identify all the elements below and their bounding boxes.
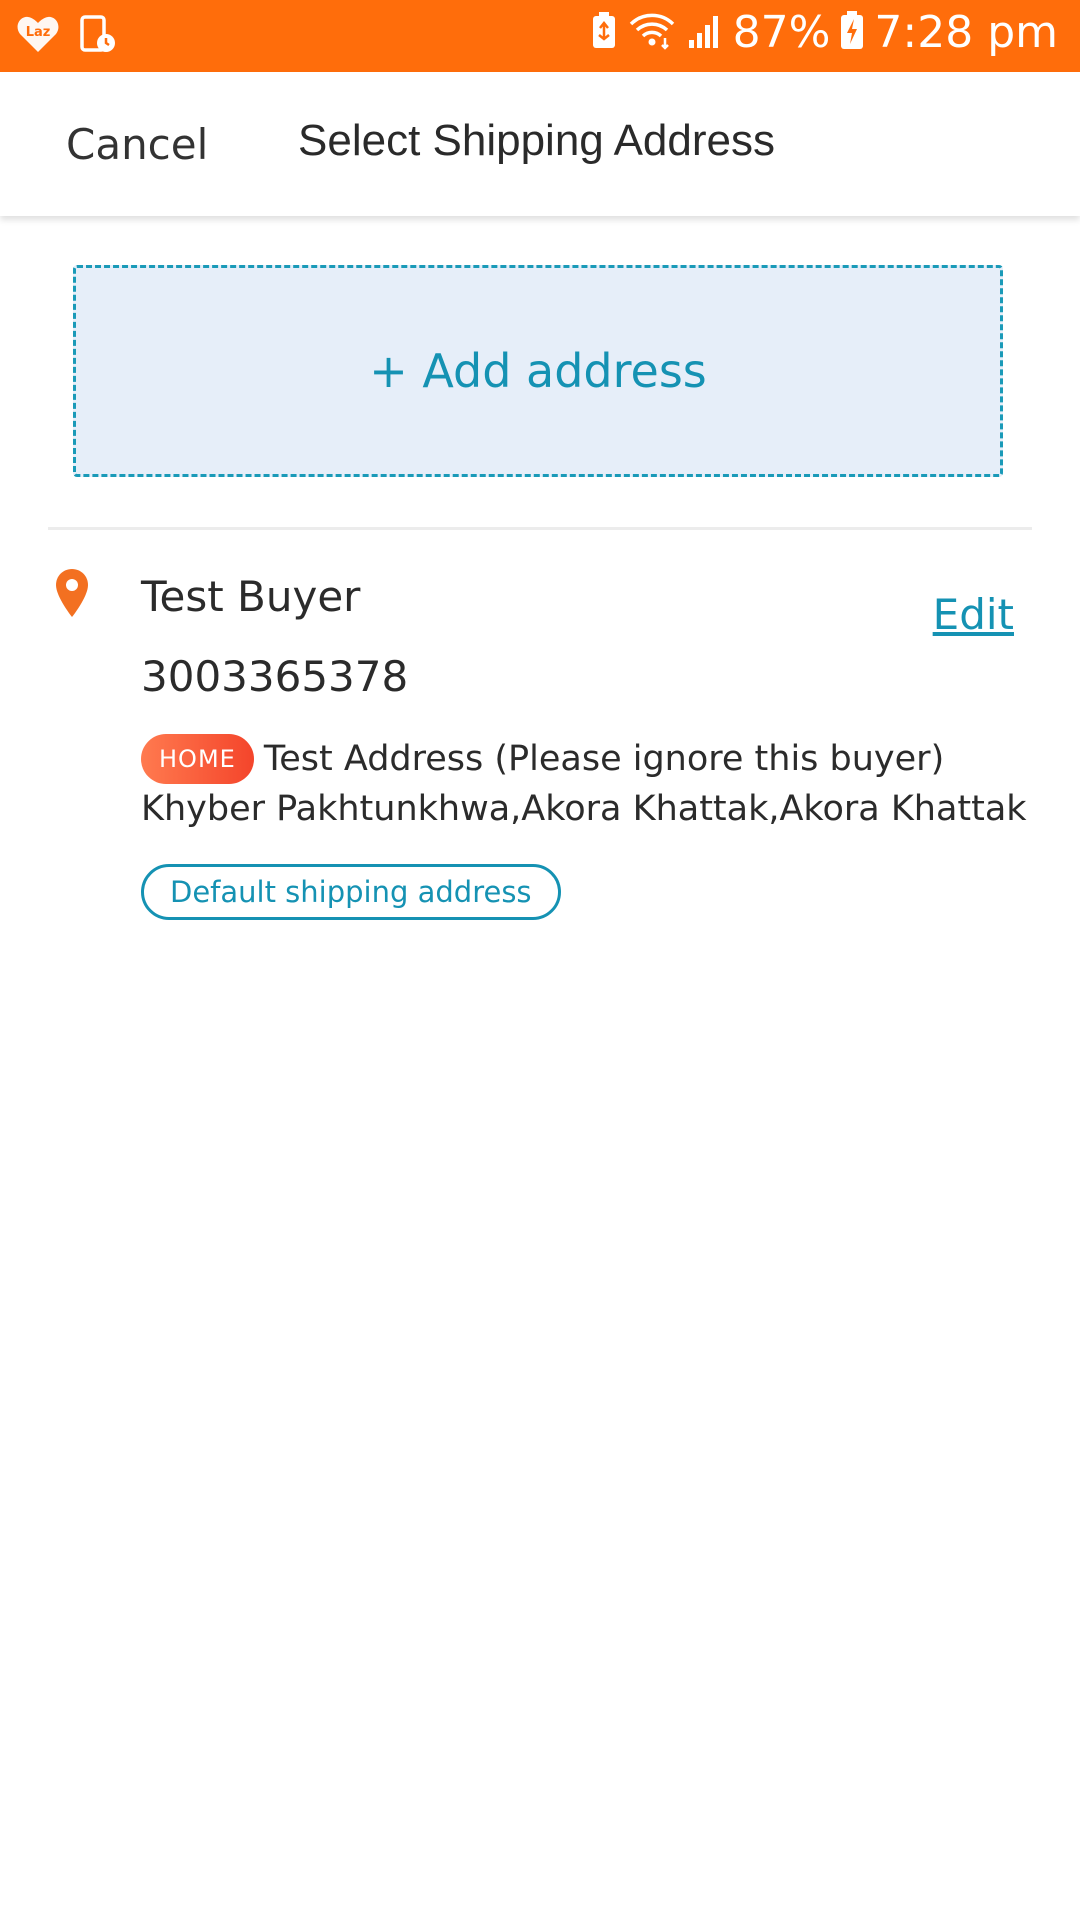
location-pin-icon [55,568,89,623]
address-street: Test Address (Please ignore this buyer) [263,739,945,779]
battery-charging-icon [840,10,864,55]
buyer-phone: 3003365378 [141,652,409,701]
buyer-name: Test Buyer [141,572,361,621]
address-line-1: HOME Test Address (Please ignore this bu… [141,733,944,785]
edit-address-link[interactable]: Edit [933,590,1014,639]
top-navigation-bar: Cancel Select Shipping Address [0,72,1080,216]
default-shipping-badge: Default shipping address [141,864,561,920]
status-bar: Laz 87% 7:28 pm [0,0,1080,72]
status-bar-right: 87% 7:28 pm [591,0,1058,64]
address-region: Khyber Pakhtunkhwa,Akora Khattak,Akora K… [141,789,1027,829]
home-tag-badge: HOME [141,734,254,784]
signal-icon [687,10,723,55]
lazada-app-icon: Laz [16,14,60,59]
add-address-button[interactable]: + Add address [73,265,1003,477]
page-title: Select Shipping Address [298,116,775,165]
wifi-icon [627,10,677,55]
divider [48,527,1032,530]
screen-timer-icon [78,14,118,59]
svg-text:Laz: Laz [26,25,51,40]
cancel-button[interactable]: Cancel [66,120,208,169]
status-bar-left: Laz [16,12,118,60]
battery-saver-icon [591,11,617,54]
add-address-label: + Add address [369,344,707,398]
battery-percent: 87% [732,6,831,58]
clock: 7:28 pm [874,6,1058,58]
